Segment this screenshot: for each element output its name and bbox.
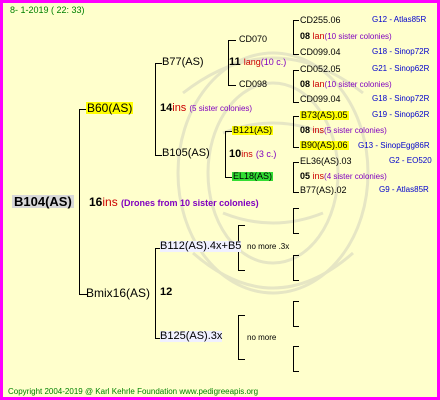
dam-dam-queen: B125(AS).3x [160,330,223,342]
footer-copyright: Copyright 2004-2019 @ Karl Kehrle Founda… [8,387,259,396]
sire-dam-queen: B105(AS) [162,147,210,159]
el18-queen: EL18(AS) [232,171,274,181]
b105-connector [225,131,226,178]
pedigree-frame: 8- 1-2019 ( 22: 33) B104(AS) 16ins (Dron… [3,3,437,397]
cd070-queen: CD070 [239,34,268,44]
cd070-dam: CD099.04 [300,47,341,57]
empty-bracket-3 [293,301,294,327]
b121-bracket [293,116,294,148]
dam-dam-note: no more [247,333,277,342]
sire-dam-line: 10ins (3 c.) [229,148,277,160]
dam-sire-queen: B112(AS).4x+B5 [160,240,242,252]
b121-queen: B121(AS) [232,125,274,135]
root-queen: B104(AS) [12,194,74,209]
sire-line: 14ins (5 sister colonies) [160,102,253,114]
empty-bracket-4 [293,346,294,372]
cd070-mid: 08 lan(10 sister colonies) [300,31,392,41]
cd098-sire-code: G21 - Sinop62R [372,64,430,73]
dam-gen: 12 [160,286,173,298]
cd070-bracket [293,20,294,55]
sire-dam-tick [155,155,162,156]
cd098-sire: CD052.05 [300,64,341,74]
b121-dam: B90(AS).06 [300,140,349,150]
cd070-dam-code: G18 - Sinop72R [372,47,430,56]
cd070-sire: CD255.06 [300,15,341,25]
el18-dam: B77(AS).02 [300,185,347,195]
root-line: 16ins (Drones from 10 sister colonies) [89,195,259,209]
el18-sire: EL36(AS).03 [300,156,352,166]
b105-tick-bottom [225,177,232,178]
root-connector [79,109,80,295]
el18-dam-code: G9 - Atlas85R [379,185,429,194]
el18-bracket [293,162,294,193]
dam-connector [155,248,156,339]
date-stamp: 8- 1-2019 ( 22: 33) [10,5,85,15]
cd098-dam-code: G18 - Sinop72R [372,94,430,103]
empty-bracket-2 [293,255,294,281]
b121-dam-code: G13 - SinopEgg86R [358,141,430,150]
sire-queen: B60(AS) [86,101,134,115]
el18-mid: 05 ins(4 sister colonies) [300,171,387,181]
dam-queen: Bmix16(AS) [86,286,151,300]
b121-sire: B73(AS).05 [300,110,349,120]
b121-sire-code: G19 - Sinop62R [372,110,430,119]
b77-tick-top [228,40,236,41]
el18-sire-code: G2 - EO520 [389,156,432,165]
b77-tick-bottom [228,85,236,86]
cd098-queen: CD098 [239,79,268,89]
cd070-sire-code: G12 - Atlas85R [372,15,427,24]
sire-connector [155,63,156,155]
b121-mid: 08 ins(5 sister colonies) [300,125,387,135]
empty-bracket-1 [293,208,294,234]
cd098-bracket [293,70,294,103]
sire-sire-line: 11 lang(10 c.) [229,56,287,68]
cd098-mid: 08 lan(10 sister colonies) [300,79,392,89]
b125-connector [238,315,239,360]
cd098-dam: CD099.04 [300,94,341,104]
drones-note: (Drones from 10 sister colonies) [121,198,259,208]
sire-sire-queen: B77(AS) [162,56,204,68]
b105-tick-top [225,131,232,132]
dam-sire-note: no more .3x [247,242,290,251]
sire-sire-tick [155,63,162,64]
